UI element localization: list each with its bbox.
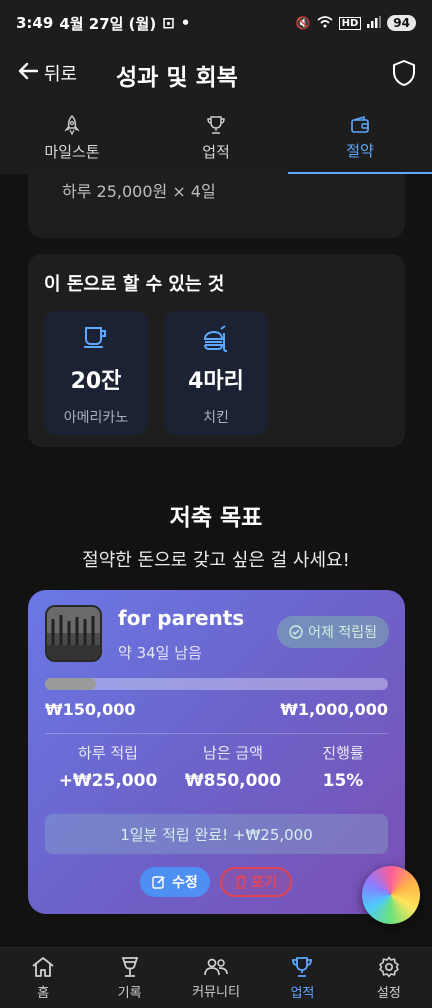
- shield-button[interactable]: [392, 59, 416, 91]
- rocket-icon: [64, 114, 80, 135]
- can-buy-title: 이 돈으로 할 수 있는 것: [44, 274, 225, 295]
- nav-label: 커뮤니티: [192, 984, 240, 1000]
- bottom-navigation: 홈 기록 커뮤니티 업적 설정: [0, 947, 432, 1008]
- app-header: 뒤로 성과 및 회복: [0, 46, 432, 102]
- wifi-icon: [317, 15, 333, 31]
- tab-bar: 마일스톤 업적 절약: [0, 102, 432, 174]
- goal-name: for parents: [118, 606, 245, 630]
- goal-progress-fill: [45, 678, 97, 690]
- stat-value: 15%: [322, 771, 364, 791]
- fast-food-icon: [203, 325, 227, 352]
- trophy-icon: [292, 956, 313, 977]
- tab-achievements[interactable]: 업적: [144, 102, 288, 174]
- nav-records[interactable]: 기록: [86, 948, 172, 1008]
- page-title: 성과 및 회복: [116, 65, 238, 91]
- goal-remaining: 약 34일 남음: [118, 644, 202, 662]
- app-screen: 3:49 4월 27일 (월) ⊡ • 🔇 HD 94 뒤로 성과 및 회복 마…: [0, 0, 432, 1008]
- nav-label: 업적: [290, 985, 315, 1001]
- coffee-cup-icon: [84, 327, 106, 348]
- target-amount: ₩1,000,000: [280, 700, 388, 719]
- can-buy-value: 20잔: [70, 369, 122, 394]
- can-buy-label: 치킨: [203, 410, 229, 426]
- nav-achievements[interactable]: 업적: [259, 948, 345, 1008]
- tab-label: 마일스톤: [44, 142, 100, 161]
- trophy-icon: [207, 115, 225, 134]
- dot-icon: •: [180, 14, 191, 32]
- can-buy-value: 4마리: [188, 369, 244, 394]
- back-button[interactable]: 뒤로: [18, 60, 77, 86]
- nav-community[interactable]: 커뮤니티: [173, 948, 259, 1008]
- hd-icon: HD: [338, 16, 362, 30]
- tab-milestone[interactable]: 마일스톤: [0, 102, 144, 174]
- can-buy-item-coffee: 20잔 아메리카노: [44, 311, 148, 435]
- can-buy-card: 이 돈으로 할 수 있는 것 20잔 아메리카노 4마리 치킨: [28, 254, 405, 447]
- goal-progress-bar: [45, 678, 388, 690]
- stat-value: ₩850,000: [184, 771, 282, 791]
- can-buy-label: 아메리카노: [63, 410, 129, 426]
- savings-goal-title: 저축 목표: [169, 505, 263, 531]
- can-buy-item-chicken: 4마리 치킨: [164, 311, 268, 435]
- status-bar: 3:49 4월 27일 (월) ⊡ • 🔇 HD 94: [0, 0, 432, 46]
- check-circle-icon: [289, 625, 303, 639]
- tab-savings[interactable]: 절약: [288, 102, 432, 174]
- savings-goal-card[interactable]: for parents 약 34일 남음 어제 적립됨 ₩150,000 ₩1,…: [28, 590, 405, 914]
- badge-label: 어제 적립됨: [308, 625, 377, 641]
- arrow-left-icon: [18, 62, 39, 85]
- screenshot-icon: ⊡: [162, 14, 175, 32]
- edit-goal-button[interactable]: 수정: [140, 867, 210, 897]
- mute-icon: 🔇: [295, 16, 311, 30]
- nav-settings[interactable]: 설정: [346, 948, 432, 1008]
- deposit-complete-message: 1일분 적립 완료! +₩25,000: [45, 814, 388, 854]
- stat-daily: 하루 적립 +₩25,000: [58, 742, 158, 791]
- tab-label: 절약: [346, 141, 374, 160]
- tab-label: 업적: [202, 142, 230, 161]
- stat-progress: 진행률 15%: [303, 742, 383, 791]
- stat-label: 남은 금액: [203, 744, 263, 762]
- gear-icon: [379, 956, 399, 977]
- glass-icon: [121, 956, 138, 977]
- wallet-icon: [351, 115, 369, 133]
- people-icon: [204, 958, 228, 975]
- edit-icon: [152, 876, 165, 889]
- stat-label: 하루 적립: [78, 744, 138, 762]
- edit-label: 수정: [172, 875, 198, 891]
- trash-icon: [236, 875, 247, 889]
- nav-label: 설정: [376, 985, 401, 1001]
- divider: [45, 733, 388, 734]
- floating-action-button[interactable]: [362, 866, 420, 924]
- back-label: 뒤로: [44, 64, 78, 85]
- goal-thumbnail: [45, 605, 102, 662]
- stat-value: +₩25,000: [58, 771, 158, 791]
- current-amount: ₩150,000: [45, 700, 136, 719]
- scroll-content[interactable]: 하루 25,000원 × 4일 이 돈으로 할 수 있는 것 20잔 아메리카노…: [0, 174, 432, 947]
- nav-label: 기록: [117, 985, 142, 1001]
- stat-label: 진행률: [322, 744, 364, 762]
- savings-goal-subtitle: 절약한 돈으로 갖고 싶은 걸 사세요!: [82, 550, 350, 571]
- battery-indicator: 94: [387, 15, 416, 31]
- nav-label: 홈: [37, 985, 50, 1001]
- status-time: 3:49: [16, 14, 54, 32]
- home-icon: [32, 956, 54, 977]
- nav-home[interactable]: 홈: [0, 948, 86, 1008]
- stat-remaining: 남은 금액 ₩850,000: [178, 742, 288, 791]
- give-up-label: 포기: [251, 875, 277, 891]
- status-date: 4월 27일 (월): [59, 14, 157, 33]
- daily-calc-text: 하루 25,000원 × 4일: [62, 182, 216, 201]
- shield-icon: [393, 60, 415, 86]
- saved-status-badge: 어제 적립됨: [277, 616, 389, 648]
- signal-icon: [367, 15, 382, 31]
- give-up-button[interactable]: 포기: [220, 867, 292, 897]
